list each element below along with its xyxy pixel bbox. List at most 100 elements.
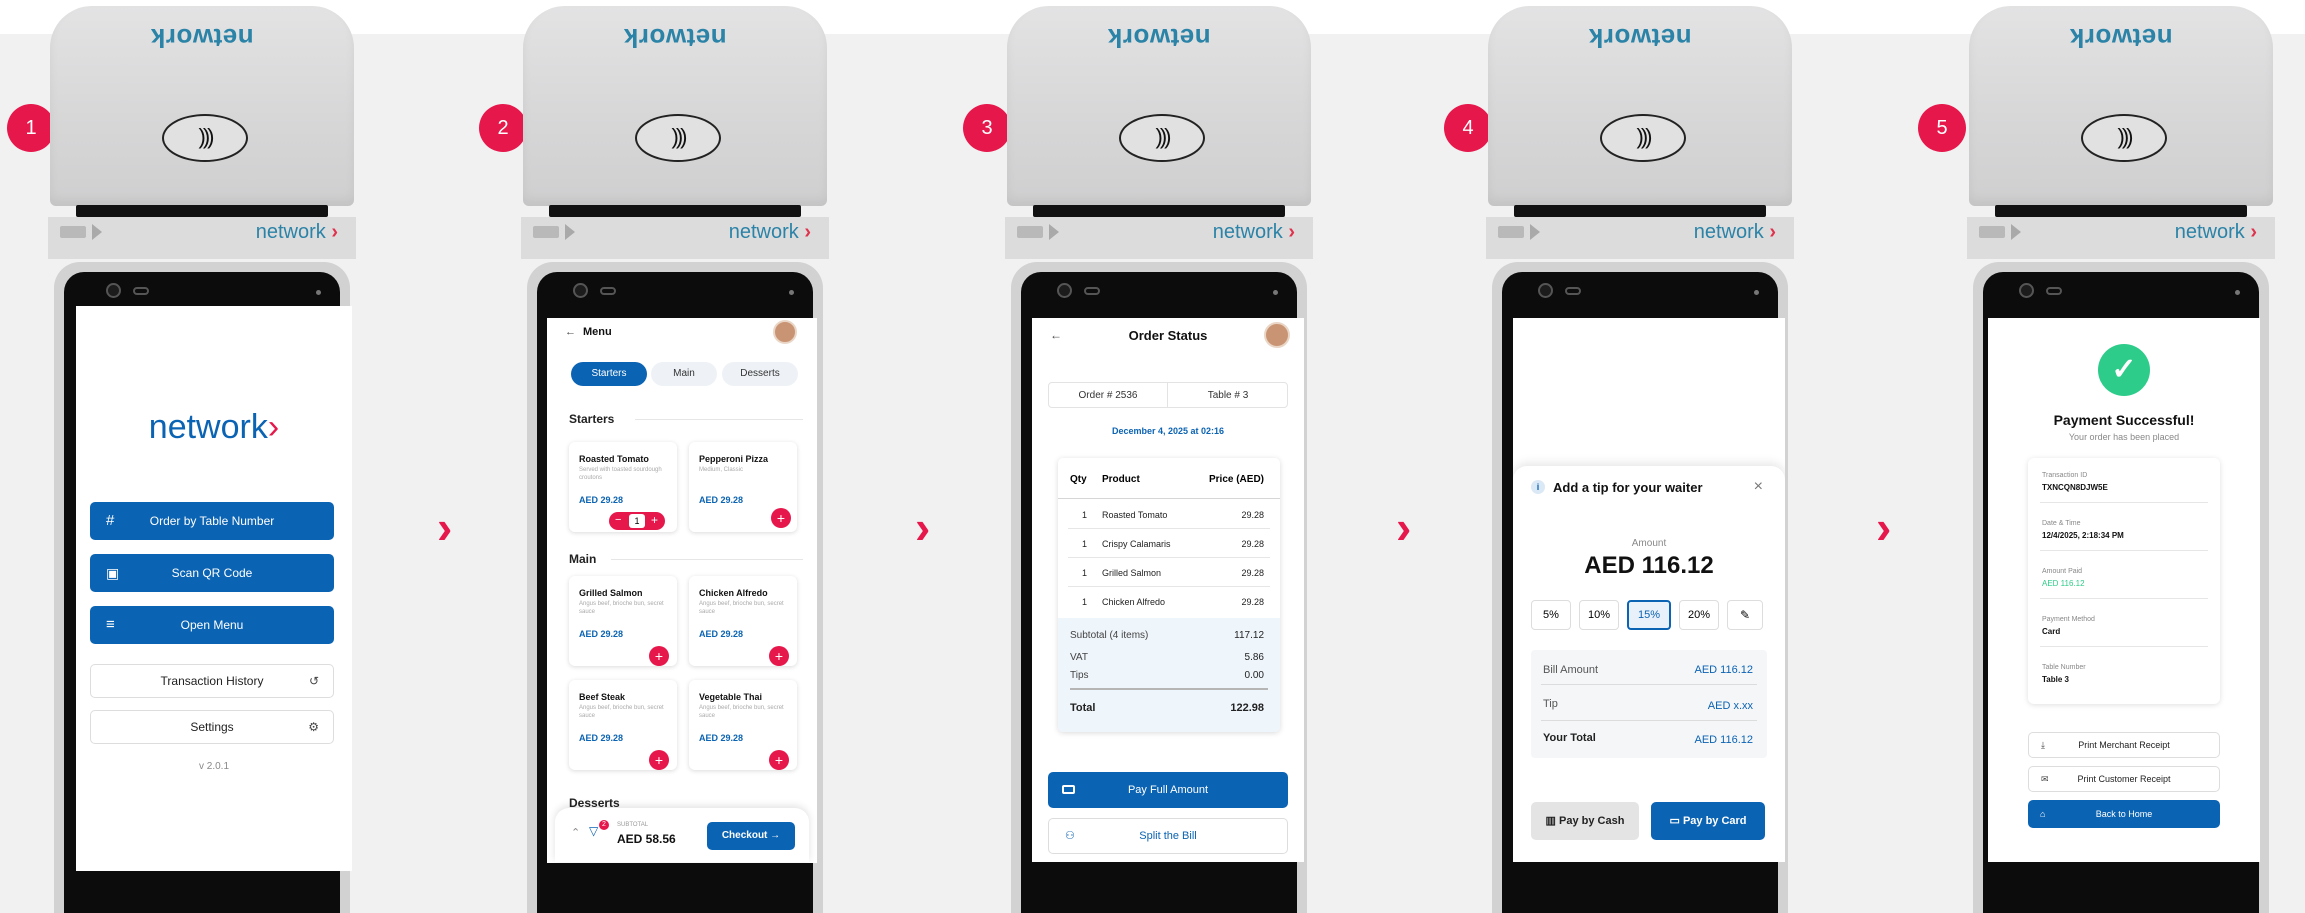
brand-logo-inverted: network [2069,23,2173,53]
vat-label: VAT [1070,652,1088,663]
item-price: AED 29.28 [699,629,744,639]
field-label: Transaction ID [2042,472,2088,479]
split-bill-button[interactable]: ⚇ Split the Bill [1048,818,1288,854]
minus-icon[interactable]: − [615,514,621,526]
settings-button[interactable]: Settings ⚙ [90,710,334,744]
tips-label: Tips [1070,670,1089,681]
tip-title: Add a tip for your waiter [1553,480,1703,495]
camera-icon [106,283,121,298]
back-to-home-button[interactable]: ⌂ Back to Home [2028,800,2220,828]
printer-hood: network ))) [50,6,354,206]
subtotal-label: SUBTOTAL [617,822,649,828]
tip-option-5[interactable]: 5% [1531,600,1571,630]
menu-item-card[interactable]: Grilled Salmon Angus beef, brioche bun, … [569,576,677,666]
subtotal-value: 117.12 [1234,630,1264,641]
contactless-waves: ))) [1155,124,1172,149]
divider [1068,557,1270,558]
item-price: AED 29.28 [579,495,624,505]
avatar[interactable] [1264,322,1290,348]
tab-starters[interactable]: Starters [571,362,647,386]
subtotal-label: Subtotal (4 items) [1070,630,1149,641]
logo-text: network [148,408,268,446]
contactless-waves: ))) [2117,124,2134,149]
back-to-home-label: Back to Home [2095,809,2153,819]
page-title: Menu [583,326,612,338]
amount-value: AED 116.12 [1584,552,1714,579]
row-product: Roasted Tomato [1102,510,1168,520]
indicator-dot [1754,290,1759,295]
menu-item-card[interactable]: Pepperoni Pizza Medium, Classic AED 29.2… [689,442,797,532]
avatar[interactable] [773,320,797,344]
open-menu-button[interactable]: ≡ Open Menu [90,606,334,644]
transaction-history-label: Transaction History [160,674,264,688]
tip-option-10[interactable]: 10% [1579,600,1619,630]
download-icon: ⤓ [2041,740,2045,750]
divider [2040,646,2208,647]
section-title: Starters [569,412,615,426]
item-desc: Medium, Classic [699,467,744,473]
add-item-button[interactable]: + [771,508,791,528]
menu-item-card[interactable]: Chicken Alfredo Angus beef, brioche bun,… [689,576,797,666]
field-label: Table Number [2042,664,2086,671]
camera-icon [1057,283,1072,298]
logo-arrow: › [267,408,280,446]
order-date: December 4, 2025 at 02:16 [1111,426,1225,436]
field-label: Amount Paid [2042,568,2083,575]
pay-by-card-button[interactable]: ▭ Pay by Card [1651,802,1765,840]
settings-label: Settings [190,720,234,734]
chevron-icon [565,224,575,240]
add-item-button[interactable]: + [649,646,669,666]
card-slot-icon [1498,226,1524,238]
print-merchant-receipt-button[interactable]: ⤓ Print Merchant Receipt [2028,732,2220,758]
transaction-history-button[interactable]: Transaction History ↺ [90,664,334,698]
order-info-box: Order # 2536 Table # 3 [1048,382,1288,408]
item-desc: Served with toasted sourdough croutons [579,467,662,481]
checkout-button[interactable]: Checkout → [707,822,795,850]
tip-option-20[interactable]: 20% [1679,600,1719,630]
add-item-button[interactable]: + [769,750,789,770]
close-icon[interactable]: × [1754,478,1763,496]
row-qty: 1 [1082,539,1088,549]
print-customer-receipt-button[interactable]: ✉ Print Customer Receipt [2028,766,2220,792]
tab-main[interactable]: Main [651,362,717,386]
item-desc: Angus beef, brioche bun, secret sauce [579,601,664,615]
quantity-stepper[interactable]: − 1 + [609,512,665,530]
menu-item-card[interactable]: Roasted Tomato Served with toasted sourd… [569,442,677,532]
success-subtitle: Your order has been placed [2068,432,2180,442]
collapse-icon[interactable]: ⌃ [571,826,580,839]
divider [635,419,803,420]
pay-full-amount-button[interactable]: Pay Full Amount [1048,772,1288,808]
tab-desserts[interactable]: Desserts [722,362,798,386]
brand-name: network [1693,221,1764,243]
hash-icon: # [106,512,115,529]
menu-item-card[interactable]: Vegetable Thai Angus beef, brioche bun, … [689,680,797,770]
printer-hood: network ))) [523,6,827,206]
home-logo: network› [76,408,352,447]
contactless-icon: ))) [162,114,248,162]
screen-home: network› # Order by Table Number ▣ Scan … [76,306,352,871]
order-by-table-button[interactable]: # Order by Table Number [90,502,334,540]
tip-summary: Bill Amount AED 116.12 Tip AED x.xx Your… [1531,650,1767,758]
tips-value: 0.00 [1244,670,1264,681]
tip-option-15[interactable]: 15% [1627,600,1671,630]
add-item-button[interactable]: + [769,646,789,666]
pay-by-cash-button[interactable]: ▥ Pay by Cash [1531,802,1639,840]
version-text: v 2.0.1 [198,761,230,772]
row-product: Grilled Salmon [1102,568,1162,578]
next-arrow-icon: › [915,501,931,553]
printer-hood: network ))) [1969,6,2273,206]
edit-icon[interactable]: ✎ [1727,600,1763,630]
add-item-button[interactable]: + [649,750,669,770]
plus-icon[interactable]: + [651,513,658,527]
scan-qr-button[interactable]: ▣ Scan QR Code [90,554,334,592]
cart-icon[interactable]: ▽ [589,824,598,838]
contactless-icon: ))) [635,114,721,162]
check-icon: ✓ [2098,344,2150,396]
split-bill-label: Split the Bill [1139,830,1197,842]
menu-item-card[interactable]: Beef Steak Angus beef, brioche bun, secr… [569,680,677,770]
back-icon[interactable]: ← [565,326,576,338]
item-name: Roasted Tomato [579,454,649,464]
sensor-icon [1084,287,1100,295]
row-price: 29.28 [1241,597,1264,607]
sensor-icon [133,287,149,295]
